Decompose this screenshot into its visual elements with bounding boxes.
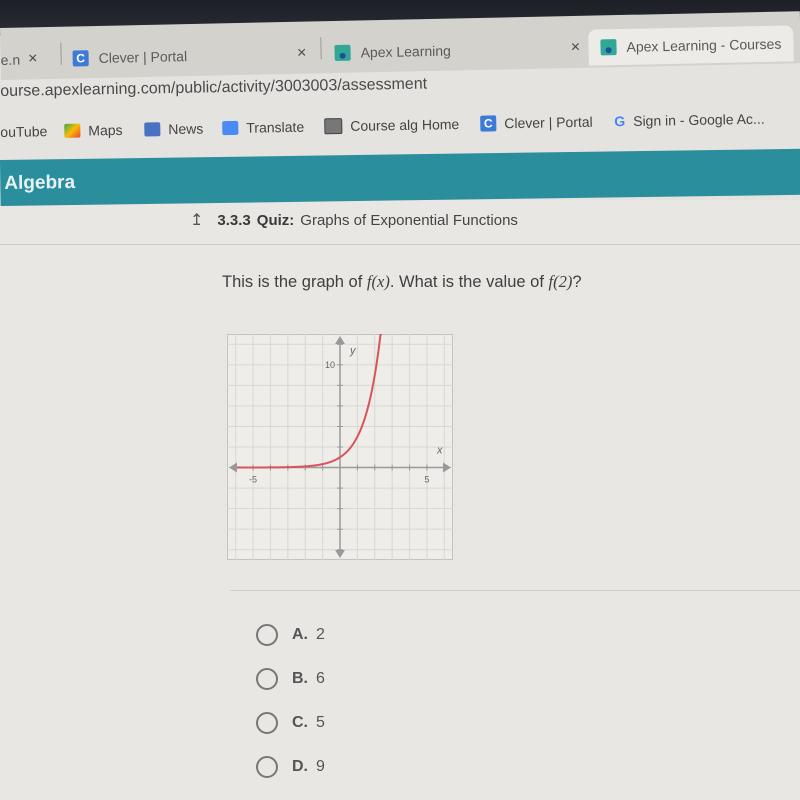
question-middle: . What is the value of (389, 273, 549, 291)
y-tick-label: 10 (325, 360, 335, 370)
clever-icon: C (72, 50, 89, 67)
tab-clever-portal[interactable]: C Clever | Portal × (72, 36, 307, 77)
url-text[interactable]: ourse.apexlearning.com/public/activity/3… (0, 76, 427, 101)
x-tick-label: -5 (249, 475, 257, 485)
bookmark-label: Course alg Home (350, 115, 460, 134)
answer-divider (230, 590, 800, 591)
bookmark-youtube[interactable]: ouTube (0, 123, 47, 140)
google-icon: G (614, 113, 626, 130)
choice-value: 6 (316, 670, 325, 687)
quiz-label: Quiz: (256, 211, 295, 229)
choice-value: 9 (316, 758, 325, 775)
bookmark-label: Translate (246, 118, 305, 136)
tab-separator (320, 37, 322, 60)
apex-icon (334, 44, 351, 61)
choice-a[interactable]: A. 2 (256, 624, 325, 646)
tab-label: Clever | Portal (98, 48, 188, 66)
choice-value: 2 (316, 626, 325, 643)
tab-apex-courses[interactable]: Apex Learning - Courses (588, 25, 794, 66)
news-icon (144, 122, 161, 137)
page-icon (324, 118, 343, 135)
function-graph: -5 5 10 x y (227, 334, 453, 560)
bookmark-label: Clever | Portal (504, 113, 593, 132)
choice-d[interactable]: D. 9 (256, 756, 325, 778)
close-icon[interactable]: × (28, 50, 38, 68)
bookmark-label: ouTube (0, 123, 48, 140)
function-value-label: f(2) (548, 272, 573, 291)
x-tick-label: 5 (424, 475, 429, 485)
tab-separator (60, 42, 62, 65)
course-header: Algebra (0, 148, 800, 206)
choice-letter: A. (292, 626, 308, 643)
x-axis-label: x (436, 445, 443, 457)
quiz-title: Graphs of Exponential Functions (300, 211, 518, 229)
bookmark-course-alg-home[interactable]: Course alg Home (324, 115, 460, 135)
choice-letter: C. (292, 714, 308, 731)
bookmark-label: News (168, 120, 204, 138)
tab-label: e.n (0, 51, 21, 68)
tab-apex-learning[interactable]: Apex Learning × (334, 30, 580, 71)
bookmarks-bar: ouTube Maps News Translate Course alg Ho… (0, 98, 800, 148)
choice-b[interactable]: B. 6 (256, 668, 325, 690)
question-text: This is the graph of f(x). What is the v… (222, 272, 582, 292)
maps-icon (64, 123, 81, 138)
function-label: f(x) (366, 272, 390, 291)
quiz-header: ↥ 3.3.3 Quiz: Graphs of Exponential Func… (190, 210, 518, 230)
choice-value: 5 (316, 714, 325, 731)
radio-button[interactable] (256, 624, 278, 646)
radio-button[interactable] (256, 756, 278, 778)
bookmark-label: Maps (88, 121, 123, 139)
choice-c[interactable]: C. 5 (256, 712, 325, 734)
course-title: Algebra (4, 171, 76, 194)
bookmark-label: Sign in - Google Ac... (633, 110, 765, 129)
choice-letter: B. (292, 670, 308, 687)
bookmark-clever-portal[interactable]: C Clever | Portal (480, 114, 593, 132)
question-suffix: ? (572, 273, 582, 291)
back-up-icon[interactable]: ↥ (190, 210, 203, 230)
bookmark-news[interactable]: News (144, 120, 203, 137)
question-prefix: This is the graph of (222, 273, 367, 291)
radio-button[interactable] (256, 668, 278, 690)
close-icon[interactable]: × (571, 39, 581, 57)
bookmark-google-signin[interactable]: G Sign in - Google Ac... (614, 111, 765, 130)
translate-icon (222, 120, 239, 136)
tab-label: Apex Learning (360, 42, 452, 61)
clever-icon: C (480, 115, 497, 132)
bookmark-translate[interactable]: Translate (222, 119, 304, 136)
bookmark-maps[interactable]: Maps (64, 122, 123, 139)
apex-icon (600, 39, 617, 56)
quiz-number: 3.3.3 (217, 211, 251, 229)
choice-letter: D. (292, 758, 308, 775)
close-icon[interactable]: × (297, 45, 307, 63)
tab-label: Apex Learning - Courses (626, 35, 782, 55)
header-divider (0, 244, 800, 245)
radio-button[interactable] (256, 712, 278, 734)
tab-1[interactable]: e.n × (0, 41, 38, 78)
